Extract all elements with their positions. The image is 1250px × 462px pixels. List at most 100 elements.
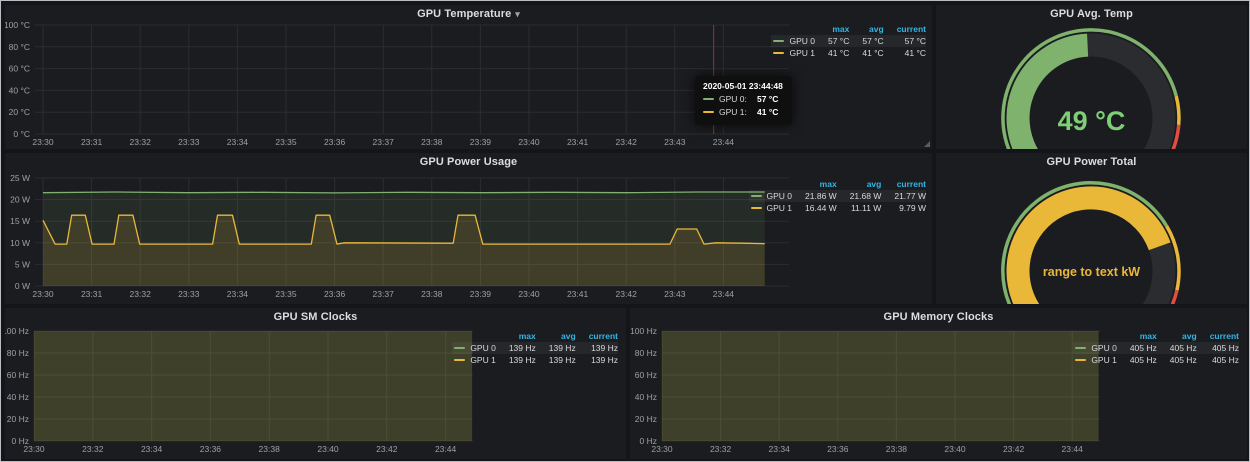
panel-title-text: GPU Avg. Temp: [1050, 8, 1133, 20]
svg-text:23:38: 23:38: [259, 444, 281, 454]
legend-row-gpu0: GPU 0 139 Hz 139 Hz 139 Hz: [452, 342, 618, 354]
svg-text:20 °C: 20 °C: [9, 107, 30, 117]
legend-value-avg: 139 Hz: [536, 342, 576, 354]
panel-title-text: GPU Memory Clocks: [884, 311, 994, 323]
gpu-power-usage-plot[interactable]: 25 W20 W15 W10 W5 W0 W23:3023:3123:3223:…: [5, 153, 932, 304]
panel-gpu-avg-temp: GPU Avg. Temp 49 °C: [936, 5, 1247, 149]
svg-text:23:36: 23:36: [324, 137, 346, 147]
svg-text:23:33: 23:33: [178, 289, 200, 299]
panel-gpu-sm-clocks: GPU SM Clocks 100 Hz80 Hz60 Hz40 Hz20 Hz…: [5, 308, 626, 459]
legend-value-current: 405 Hz: [1197, 354, 1239, 366]
panel-resize-handle[interactable]: [924, 141, 930, 147]
legend-header-current[interactable]: current: [576, 330, 618, 342]
legend-row-gpu0: GPU 0 21.86 W 21.68 W 21.77 W: [749, 190, 926, 202]
legend-value-max: 405 Hz: [1117, 342, 1157, 354]
series-dash-icon: [703, 111, 714, 113]
svg-text:23:39: 23:39: [470, 289, 492, 299]
panel-title-gpu-sm-clocks[interactable]: GPU SM Clocks: [5, 311, 626, 323]
svg-text:23:38: 23:38: [421, 289, 443, 299]
series-dash-icon: [454, 347, 465, 349]
hover-tooltip: 2020-05-01 23:44:48 GPU 0:57 °C GPU 1:41…: [695, 76, 792, 125]
gauge-value-text: range to text kW: [936, 265, 1247, 279]
legend-value-max: 16.44 W: [792, 202, 837, 214]
svg-text:40 Hz: 40 Hz: [7, 392, 29, 402]
svg-text:23:32: 23:32: [130, 289, 152, 299]
legend-value-max: 41 °C: [815, 47, 849, 59]
legend-value-max: 139 Hz: [496, 342, 536, 354]
legend-value-max: 21.86 W: [792, 190, 837, 202]
svg-text:23:35: 23:35: [275, 289, 297, 299]
panel-title-text: GPU Power Total: [1047, 156, 1137, 168]
legend-header-max[interactable]: max: [815, 23, 849, 35]
legend-value-current: 9.79 W: [881, 202, 926, 214]
series-dash-icon: [1075, 347, 1086, 349]
svg-text:23:33: 23:33: [178, 137, 200, 147]
series-dash-icon: [773, 40, 784, 42]
svg-text:80 Hz: 80 Hz: [7, 348, 29, 358]
svg-text:40 Hz: 40 Hz: [635, 392, 657, 402]
legend-series-label[interactable]: GPU 1: [1091, 355, 1117, 365]
series-dash-icon: [751, 195, 762, 197]
legend-header-current[interactable]: current: [1197, 330, 1239, 342]
legend-series-label[interactable]: GPU 0: [789, 36, 815, 46]
legend-header-max[interactable]: max: [496, 330, 536, 342]
svg-text:60 Hz: 60 Hz: [7, 370, 29, 380]
svg-text:23:31: 23:31: [81, 137, 103, 147]
legend-header-avg[interactable]: avg: [1157, 330, 1197, 342]
panel-title-gpu-memory-clocks[interactable]: GPU Memory Clocks: [630, 311, 1247, 323]
gpu-power-total-gauge: [936, 153, 1247, 304]
panel-title-gpu-avg-temp[interactable]: GPU Avg. Temp: [936, 8, 1247, 20]
svg-text:23:34: 23:34: [227, 289, 249, 299]
legend-series-label[interactable]: GPU 0: [1091, 343, 1117, 353]
series-dash-icon: [1075, 359, 1086, 361]
legend-value-current: 41 °C: [884, 47, 926, 59]
legend-value-avg: 11.11 W: [837, 202, 882, 214]
panel-menu-caret-icon[interactable]: ▾: [515, 9, 520, 19]
svg-text:23:32: 23:32: [710, 444, 732, 454]
legend-header-avg[interactable]: avg: [536, 330, 576, 342]
svg-text:100 °C: 100 °C: [5, 20, 30, 30]
svg-text:23:32: 23:32: [130, 137, 152, 147]
svg-text:60 Hz: 60 Hz: [635, 370, 657, 380]
tooltip-row-gpu1: GPU 1:41 °C: [703, 106, 783, 119]
svg-text:23:30: 23:30: [32, 137, 54, 147]
legend-series-label[interactable]: GPU 0: [470, 343, 496, 353]
panel-title-gpu-power-total[interactable]: GPU Power Total: [936, 156, 1247, 168]
panel-title-text: GPU SM Clocks: [274, 311, 358, 323]
legend-header-current[interactable]: current: [881, 178, 926, 190]
svg-text:60 °C: 60 °C: [9, 64, 30, 74]
legend-value-current: 21.77 W: [881, 190, 926, 202]
legend-series-label[interactable]: GPU 1: [470, 355, 496, 365]
legend-header-current[interactable]: current: [884, 23, 926, 35]
tooltip-row-gpu0: GPU 0:57 °C: [703, 93, 783, 106]
svg-text:23:42: 23:42: [616, 289, 638, 299]
legend-header-max[interactable]: max: [1117, 330, 1157, 342]
grafana-dashboard: GPU Temperature▾ 100 °C80 °C60 °C40 °C20…: [0, 0, 1250, 462]
svg-text:23:41: 23:41: [567, 137, 589, 147]
gpu-temperature-legend: max avg current GPU 0 57 °C 57 °C 57 °C …: [771, 23, 926, 59]
svg-text:20 Hz: 20 Hz: [7, 414, 29, 424]
svg-text:23:34: 23:34: [769, 444, 791, 454]
svg-text:23:30: 23:30: [23, 444, 45, 454]
legend-row-gpu1: GPU 1 405 Hz 405 Hz 405 Hz: [1073, 354, 1239, 366]
legend-header-avg[interactable]: avg: [837, 178, 882, 190]
panel-title-gpu-power-usage[interactable]: GPU Power Usage: [5, 156, 932, 168]
legend-series-label[interactable]: GPU 1: [767, 203, 793, 213]
legend-value-avg: 21.68 W: [837, 190, 882, 202]
svg-text:10 W: 10 W: [10, 238, 30, 248]
legend-row-gpu1: GPU 1 139 Hz 139 Hz 139 Hz: [452, 354, 618, 366]
svg-text:23:34: 23:34: [227, 137, 249, 147]
panel-gpu-temperature: GPU Temperature▾ 100 °C80 °C60 °C40 °C20…: [5, 5, 932, 149]
panel-title-gpu-temperature[interactable]: GPU Temperature ▾: [5, 8, 932, 20]
legend-header-avg[interactable]: avg: [849, 23, 883, 35]
svg-text:23:37: 23:37: [373, 289, 395, 299]
legend-series-label[interactable]: GPU 1: [789, 48, 815, 58]
legend-series-label[interactable]: GPU 0: [767, 191, 793, 201]
svg-text:23:44: 23:44: [713, 137, 735, 147]
svg-text:20 W: 20 W: [10, 195, 30, 205]
svg-text:0 W: 0 W: [15, 281, 30, 291]
svg-text:0 °C: 0 °C: [13, 129, 30, 139]
legend-header-max[interactable]: max: [792, 178, 837, 190]
panel-title-text: GPU Temperature: [417, 8, 511, 20]
gpu-memory-clocks-legend: max avg current GPU 0 405 Hz 405 Hz 405 …: [1073, 330, 1239, 366]
